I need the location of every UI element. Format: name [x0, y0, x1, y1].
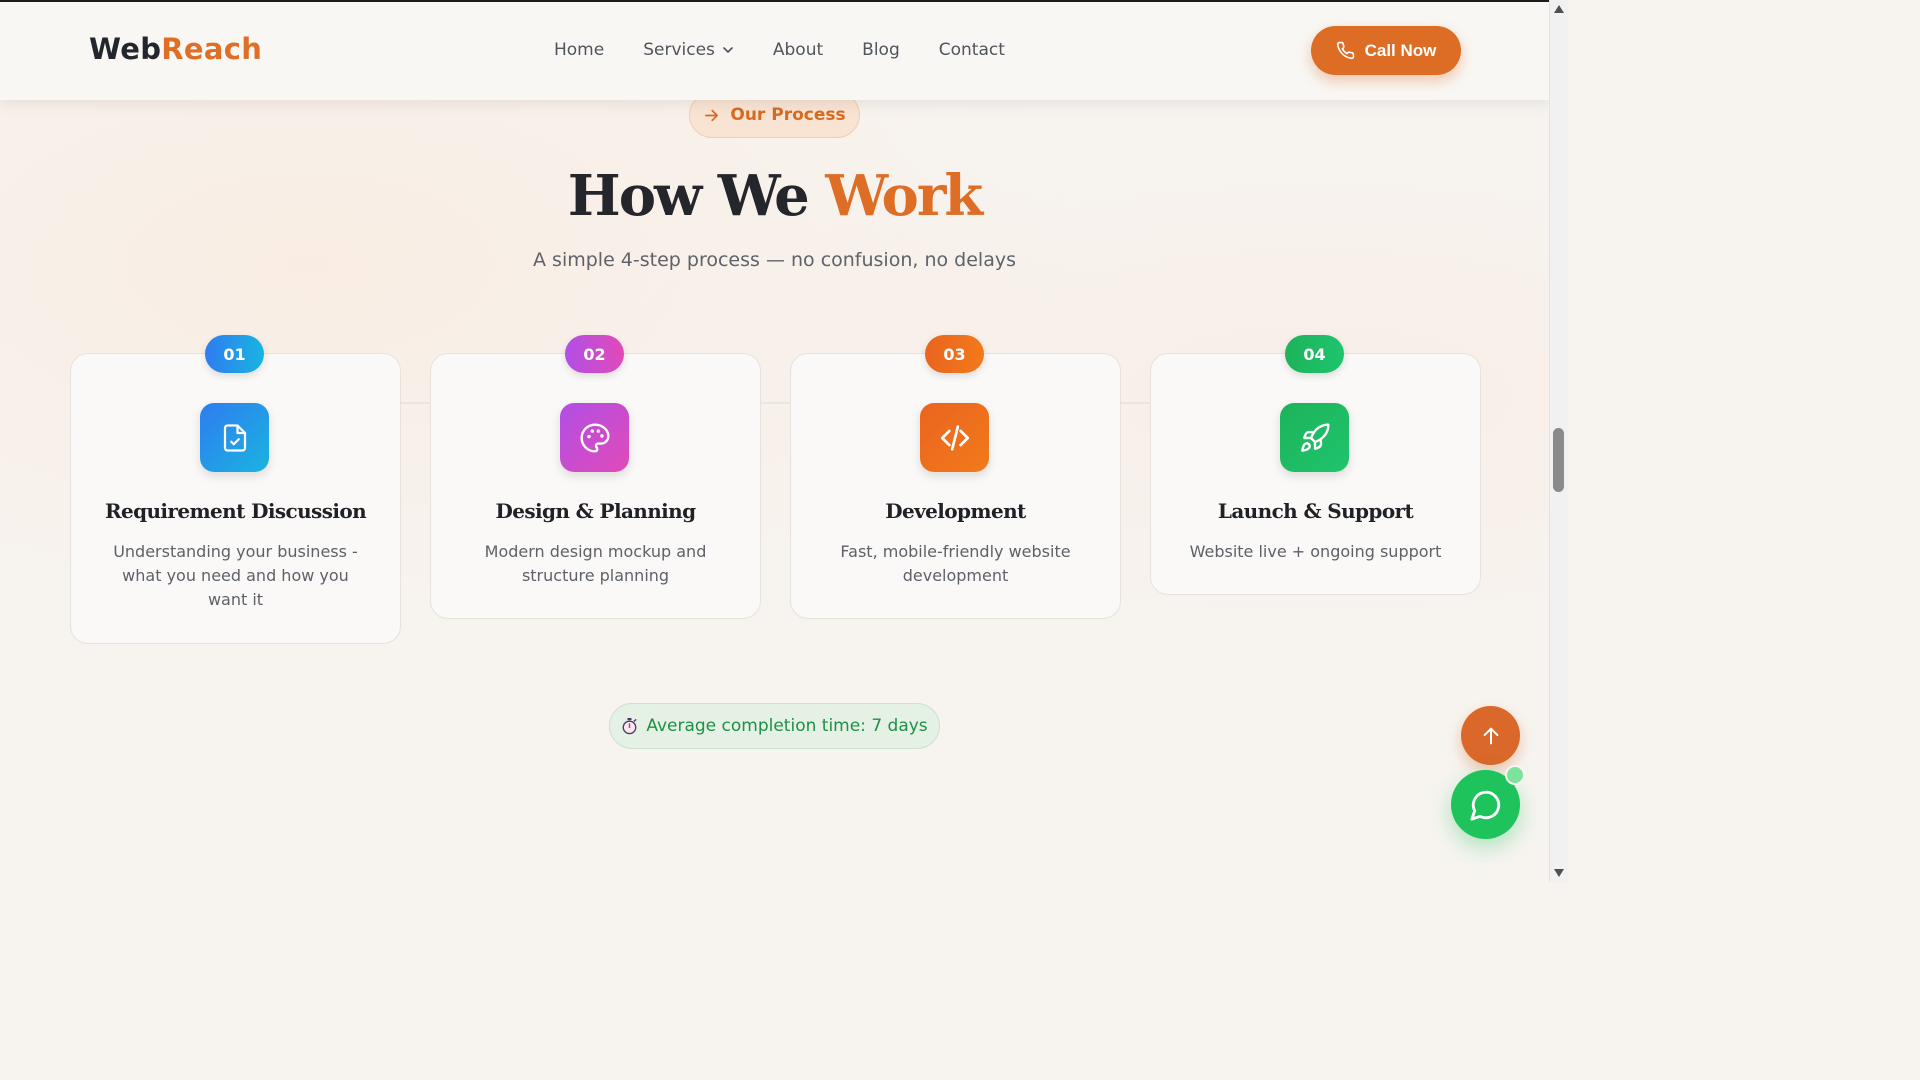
section-title: How We Work [0, 163, 1549, 229]
step-connector [760, 402, 790, 404]
call-now-label: Call Now [1364, 40, 1437, 60]
step-description: Website live + ongoing support [1189, 542, 1442, 561]
nav-services[interactable]: Services [643, 40, 734, 60]
call-now-button[interactable]: Call Now [1311, 26, 1461, 75]
nav-blog-label: Blog [862, 40, 900, 60]
step-description: Modern design mockup and structure plann… [484, 542, 707, 585]
step-number-badge: 03 [925, 335, 984, 373]
nav-about[interactable]: About [773, 40, 823, 60]
scroll-down-arrow-icon[interactable] [1554, 869, 1564, 877]
code-icon [920, 403, 989, 472]
pill-label: Our Process [730, 105, 846, 125]
arrow-up-icon [1483, 727, 1498, 744]
avg-completion-label: Average completion time: 7 days [646, 716, 928, 736]
step-connector [1120, 402, 1150, 404]
step-description: Fast, mobile-friendly website developmen… [840, 542, 1071, 585]
stopwatch-icon [622, 718, 637, 735]
phone-icon [1336, 41, 1354, 60]
online-status-dot [1505, 765, 1525, 785]
main-nav: Home Services About Blog Contact [554, 40, 1044, 60]
chevron-down-icon [723, 47, 733, 53]
logo[interactable]: WebReach [89, 32, 262, 66]
step-description: Understanding your business - what you n… [113, 542, 358, 609]
scrollbar-thumb[interactable] [1553, 428, 1564, 492]
scroll-to-top-button[interactable] [1461, 706, 1520, 765]
step-title: Design & Planning [495, 499, 696, 523]
step-title: Requirement Discussion [104, 499, 367, 523]
nav-contact-label: Contact [938, 40, 1005, 60]
section-subtitle: A simple 4-step process — no confusion, … [533, 249, 1016, 271]
file-check-icon [200, 403, 269, 472]
step-connector [400, 402, 430, 404]
site-header: WebReach Home Services About Blog Contac… [0, 2, 1549, 100]
title-part2-accent: Work [825, 163, 983, 229]
step-title: Launch & Support [1217, 499, 1414, 523]
nav-contact[interactable]: Contact [939, 40, 1005, 60]
nav-services-label: Services [643, 40, 715, 60]
nav-home[interactable]: Home [554, 40, 604, 60]
logo-text-web: Web [89, 32, 162, 66]
title-part1: How We [567, 163, 810, 229]
logo-text-reach: Reach [161, 32, 263, 66]
chat-bubble-icon [1469, 790, 1500, 821]
step-number-badge: 04 [1285, 335, 1344, 373]
rocket-icon [1280, 403, 1349, 472]
palette-icon [560, 403, 629, 472]
avg-completion-badge: Average completion time: 7 days [609, 703, 940, 749]
nav-home-label: Home [554, 40, 605, 60]
page: WebReach Home Services About Blog Contac… [0, 0, 1549, 882]
top-border [0, 0, 1549, 2]
step-number-badge: 01 [205, 335, 264, 373]
scrollbar[interactable] [1549, 0, 1568, 882]
step-title: Development [885, 499, 1026, 523]
nav-about-label: About [772, 40, 824, 60]
step-number-badge: 02 [565, 335, 624, 373]
arrow-right-icon [705, 109, 719, 121]
scroll-up-arrow-icon[interactable] [1554, 5, 1564, 13]
nav-blog[interactable]: Blog [862, 40, 900, 60]
